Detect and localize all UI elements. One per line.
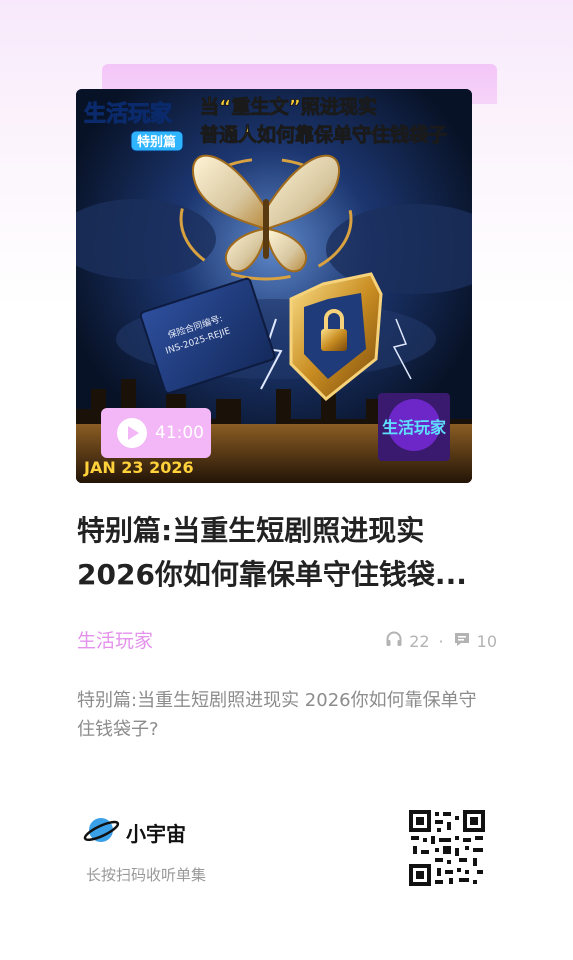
qr-code[interactable] bbox=[407, 808, 487, 888]
play-icon bbox=[117, 418, 147, 448]
brand-name: 小宇宙 bbox=[126, 821, 186, 846]
cover-headline-line1: 当“重生文”照进现实 bbox=[200, 95, 377, 118]
app-brand: 小宇宙 bbox=[82, 813, 186, 851]
episode-stats: 22 · 10 bbox=[385, 630, 497, 652]
podcast-name-link[interactable]: 生活玩家 bbox=[77, 626, 153, 653]
listen-count: 22 bbox=[409, 631, 430, 651]
cover-logo-text: 生活玩家 bbox=[382, 418, 447, 437]
episode-duration: 41:00 bbox=[155, 423, 204, 443]
cover-date: JAN 23 2026 bbox=[83, 458, 194, 477]
cover-headline-line2: 普通人如何靠保单守住钱袋子 bbox=[200, 123, 447, 146]
episode-title: 特别篇:当重生短剧照进现实 2026你如何靠保单守住钱袋... bbox=[77, 514, 467, 591]
stats-separator: · bbox=[438, 631, 444, 651]
comment-count: 10 bbox=[476, 631, 497, 651]
comment-icon bbox=[453, 630, 471, 652]
planet-logo-icon bbox=[82, 813, 120, 851]
cover-show-name: 生活玩家 bbox=[84, 101, 173, 127]
play-button[interactable]: 41:00 bbox=[101, 408, 211, 458]
scan-hint: 长按扫码收听单集 bbox=[86, 866, 207, 884]
cover-special-badge: 特别篇 bbox=[137, 134, 176, 150]
episode-description: 特别篇:当重生短剧照进现实 2026你如何靠保单守住钱袋子? bbox=[77, 690, 477, 740]
cover-logo-tile: 生活玩家 bbox=[378, 393, 450, 461]
headphones-icon bbox=[385, 630, 403, 652]
